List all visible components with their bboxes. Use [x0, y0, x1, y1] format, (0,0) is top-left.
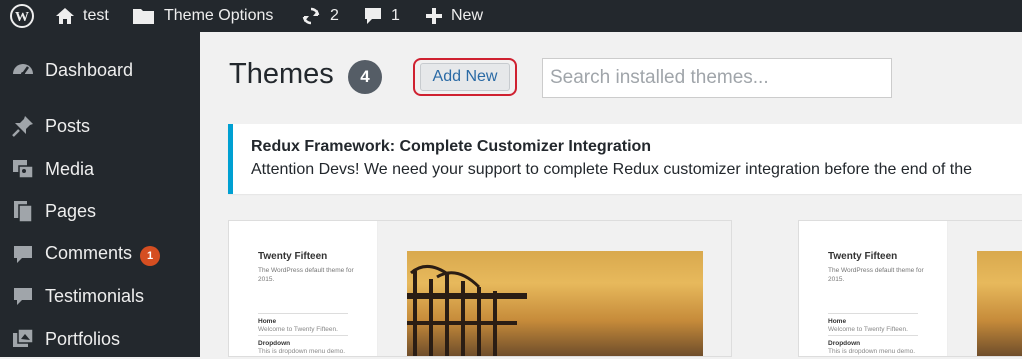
sidebar-item-media[interactable]: Media	[0, 149, 200, 189]
updates-count: 2	[330, 7, 339, 24]
wordpress-logo-button[interactable]: W	[10, 0, 34, 32]
theme-nav-item: Dropdown This is dropdown menu demo.	[258, 335, 348, 355]
nav-title: Home	[258, 318, 277, 325]
new-content-link[interactable]: New	[425, 0, 483, 32]
pages-icon	[14, 201, 33, 223]
sidebar-item-portfolios[interactable]: Portfolios	[0, 319, 200, 359]
sidebar-item-label: Dashboard	[45, 59, 134, 80]
comments-link[interactable]: 1	[363, 0, 400, 32]
nav-subtitle: This is dropdown menu demo.	[828, 348, 916, 355]
add-new-button[interactable]: Add New	[420, 63, 510, 91]
theme-options-link[interactable]: Theme Options	[132, 0, 273, 32]
nav-subtitle: Welcome to Twenty Fifteen.	[258, 326, 338, 333]
theme-screenshot-content	[378, 221, 731, 356]
theme-nav-item: Home Welcome to Twenty Fifteen.	[828, 313, 918, 333]
sidebar-item-dashboard[interactable]: Dashboard	[0, 50, 200, 90]
admin-bar: W test Theme Options 2 1 New	[0, 0, 1022, 32]
comment-icon	[365, 8, 381, 24]
theme-nav-item: Dropdown This is dropdown menu demo.	[828, 335, 918, 355]
comment-icon	[14, 246, 32, 263]
wordpress-icon: W	[10, 4, 34, 28]
theme-count-badge: 4	[348, 60, 382, 94]
plus-icon	[426, 8, 442, 24]
folder-icon	[133, 9, 154, 24]
theme-screenshot-content	[948, 221, 1022, 356]
notice-body: Attention Devs! We need your support to …	[251, 161, 973, 178]
pin-icon	[12, 116, 33, 137]
admin-notice: Redux Framework: Complete Customizer Int…	[228, 124, 1022, 194]
media-icon	[13, 160, 34, 179]
theme-nav-item: Home Welcome to Twenty Fifteen.	[258, 313, 348, 333]
home-icon	[56, 8, 74, 24]
site-name: test	[83, 7, 109, 24]
comments-count-badge: 1	[140, 245, 161, 266]
theme-card[interactable]: Twenty Fifteen The WordPress default the…	[798, 220, 1022, 357]
comments-count: 1	[391, 7, 400, 24]
notice-heading: Redux Framework: Complete Customizer Int…	[251, 138, 652, 155]
theme-name: Twenty Fifteen	[258, 251, 328, 262]
sidebar-item-testimonials[interactable]: Testimonials	[0, 276, 200, 316]
theme-description: The WordPress default theme for 2015.	[828, 267, 924, 283]
portfolio-icon	[13, 328, 34, 347]
site-name-link[interactable]: test	[55, 0, 109, 32]
sidebar-item-label: Posts	[45, 115, 91, 136]
new-label: New	[451, 7, 484, 24]
theme-name: Twenty Fifteen	[828, 251, 898, 262]
nav-title: Dropdown	[258, 340, 291, 347]
dashboard-icon	[13, 64, 33, 76]
nav-subtitle: Welcome to Twenty Fifteen.	[828, 326, 908, 333]
sidebar-item-comments[interactable]: Comments 1	[0, 234, 200, 274]
theme-screenshot-sidebar: Twenty Fifteen The WordPress default the…	[229, 221, 378, 356]
admin-sidebar: Dashboard Posts Media Pages Comments 1 T…	[0, 32, 200, 357]
sidebar-item-label: Comments 1	[45, 242, 161, 266]
theme-card[interactable]: Twenty Fifteen The WordPress default the…	[228, 220, 732, 357]
nav-subtitle: This is dropdown menu demo.	[258, 348, 346, 355]
pier-photo	[407, 251, 703, 356]
updates-link[interactable]: 2	[300, 0, 339, 32]
page-title: Themes	[229, 58, 334, 90]
sidebar-item-label: Testimonials	[45, 285, 145, 306]
theme-screenshot-sidebar: Twenty Fifteen The WordPress default the…	[799, 221, 948, 356]
theme-options-label: Theme Options	[164, 7, 274, 24]
search-input[interactable]	[542, 58, 892, 98]
nav-title: Dropdown	[828, 340, 861, 347]
sidebar-item-posts[interactable]: Posts	[0, 106, 200, 146]
sidebar-item-label: Media	[45, 158, 95, 179]
sidebar-item-pages[interactable]: Pages	[0, 191, 200, 231]
updates-icon	[302, 7, 320, 25]
comments-label-text: Comments	[45, 242, 133, 263]
svg-text:W: W	[15, 10, 29, 25]
sidebar-item-label: Pages	[45, 200, 97, 221]
nav-title: Home	[828, 318, 847, 325]
pier-photo	[977, 251, 1022, 356]
theme-description: The WordPress default theme for 2015.	[258, 267, 354, 283]
comment-icon	[14, 288, 32, 305]
sidebar-item-label: Portfolios	[45, 328, 121, 349]
